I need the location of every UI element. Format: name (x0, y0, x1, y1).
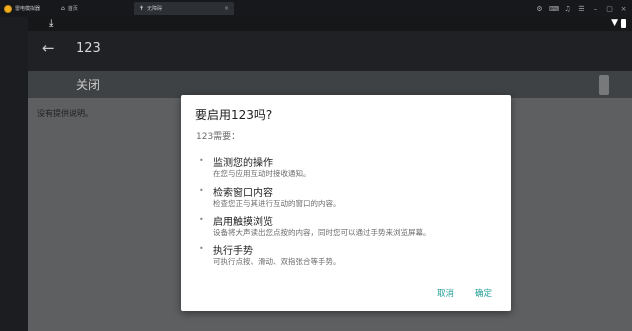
enable-service-dialog: 要启用123吗? 123需要： • 监测您的操作 在您与应用互动时接收通知。 •… (181, 95, 511, 311)
maximize-icon[interactable]: ▢ (605, 4, 614, 14)
minimize-icon[interactable]: – (591, 4, 600, 14)
cancel-button[interactable]: 取消 (437, 287, 454, 299)
switch-label: 关闭 (76, 78, 101, 92)
permission-title: 监测您的操作 (213, 158, 273, 169)
accessibility-icon: ✝ (139, 5, 145, 12)
tab-home[interactable]: ⌂ 首页 (56, 2, 132, 15)
bullet: • (199, 186, 204, 195)
home-icon: ⌂ (61, 5, 65, 12)
close-window-icon[interactable]: × (619, 4, 628, 14)
bullet: • (199, 244, 204, 253)
emulator-window: 雷电模拟器 ⌂ 首页 ✝ 无障碍 × ⚙ ⌨ ♫ ☰ – ▢ × ⤓ ▼ ← 1… (0, 0, 632, 331)
service-switch-bar[interactable]: 关闭 (28, 71, 632, 98)
back-arrow-icon[interactable]: ← (42, 39, 55, 57)
download-icon: ⤓ (49, 18, 54, 29)
wifi-icon: ▼ (611, 18, 618, 28)
permission-desc: 设备将大声读出您点按的内容，同时您可以通过手势来浏览屏幕。 (213, 228, 431, 237)
page-title: 123 (76, 41, 101, 56)
bullet: • (199, 156, 204, 165)
keyboard-icon[interactable]: ⌨ (549, 4, 559, 14)
emulator-titlebar: 雷电模拟器 ⌂ 首页 ✝ 无障碍 × ⚙ ⌨ ♫ ☰ – ▢ × (0, 0, 632, 17)
chrome-actions: ⚙ ⌨ ♫ ☰ – ▢ × (535, 4, 632, 14)
app-name: 雷电模拟器 (15, 6, 41, 12)
dialog-title: 要启用123吗? (195, 108, 273, 122)
app-actionbar: ← 123 (28, 31, 632, 71)
tab-accessibility-label: 无障碍 (147, 6, 163, 12)
tab-accessibility[interactable]: ✝ 无障碍 × (134, 2, 234, 15)
ldplayer-logo-icon (4, 4, 12, 13)
permission-title: 检索窗口内容 (213, 188, 273, 199)
bullet: • (199, 215, 204, 224)
android-statusbar: ⤓ ▼ (28, 17, 632, 31)
permission-title: 执行手势 (213, 246, 253, 257)
service-description: 没有提供说明。 (37, 109, 93, 118)
battery-icon (621, 19, 626, 28)
permission-desc: 可执行点按、滑动、双指张合等手势。 (213, 257, 341, 266)
service-toggle[interactable] (599, 75, 609, 95)
app-logo: 雷电模拟器 (0, 4, 56, 13)
ok-button[interactable]: 确定 (475, 287, 492, 299)
close-tab-icon[interactable]: × (224, 5, 229, 12)
permission-title: 启用触摸浏览 (213, 217, 273, 228)
dialog-subtitle: 123需要： (196, 132, 241, 142)
permission-desc: 在您与应用互动时接收通知。 (213, 169, 311, 178)
permission-desc: 检查您正与其进行互动的窗口的内容。 (213, 199, 341, 208)
sound-icon[interactable]: ♫ (563, 4, 572, 14)
tab-home-label: 首页 (67, 6, 78, 12)
menu-icon[interactable]: ☰ (577, 4, 586, 14)
settings-icon[interactable]: ⚙ (535, 4, 544, 14)
